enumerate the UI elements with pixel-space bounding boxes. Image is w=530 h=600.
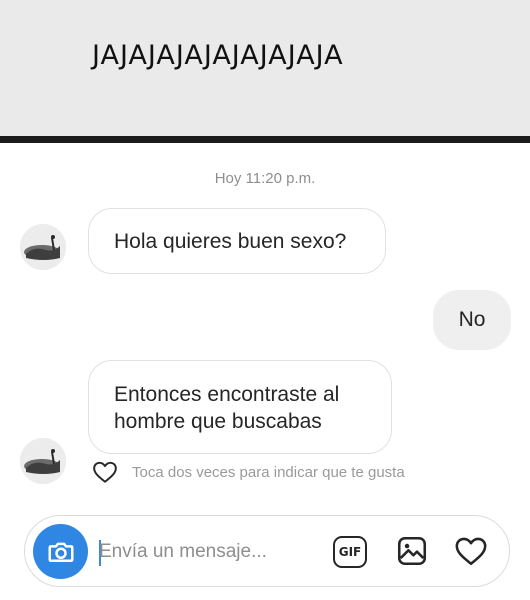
meme-caption-area: JAJAJAJAJAJAJAJAJA	[0, 0, 530, 136]
message-text: No	[458, 308, 486, 331]
like-hint-row: Toca dos veces para indicar que te gusta	[92, 458, 405, 486]
gallery-button[interactable]	[395, 534, 429, 568]
message-bubble-incoming[interactable]: Entonces encontraste al hombre que busca…	[88, 360, 392, 454]
divider	[0, 136, 530, 143]
contact-avatar[interactable]	[20, 438, 66, 484]
gallery-icon	[395, 534, 429, 568]
like-button[interactable]	[453, 534, 489, 568]
heart-icon	[453, 534, 489, 568]
gif-label: GIF	[338, 545, 362, 559]
gif-button[interactable]: GIF	[333, 536, 367, 568]
message-text: Hola quieres buen sexo?	[114, 230, 347, 253]
camera-icon	[46, 537, 76, 567]
camera-button[interactable]	[33, 524, 88, 579]
heart-outline-icon[interactable]	[92, 459, 118, 485]
message-input[interactable]	[99, 538, 329, 566]
message-bubble-outgoing[interactable]: No	[433, 290, 511, 350]
like-hint-text: Toca dos veces para indicar que te gusta	[132, 463, 405, 481]
contact-avatar[interactable]	[20, 224, 66, 270]
chat-timestamp: Hoy 11:20 p.m.	[214, 170, 316, 187]
message-composer: GIF	[24, 515, 510, 587]
message-bubble-incoming[interactable]: Hola quieres buen sexo?	[88, 208, 386, 274]
message-text-line: hombre que buscabas	[114, 410, 322, 433]
message-text-line: Entonces encontraste al	[114, 383, 340, 406]
meme-caption: JAJAJAJAJAJAJAJAJA	[92, 40, 344, 71]
